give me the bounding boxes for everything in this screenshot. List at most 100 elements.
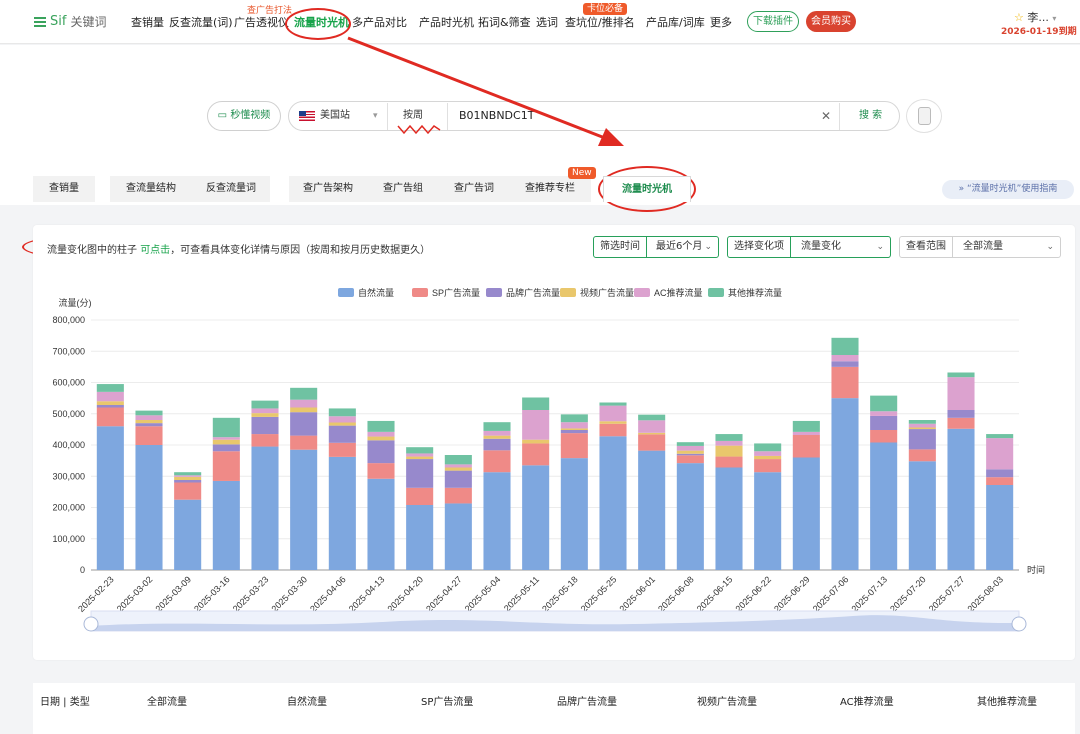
bar-segment (638, 432, 666, 435)
bar-segment (135, 420, 163, 424)
x-tick-label: 2025-06-22 (733, 574, 773, 614)
bar-segment (522, 410, 550, 440)
tab-traffic-structure[interactable]: 查流量结构 (110, 176, 192, 202)
y-tick-label: 200,000 (52, 503, 85, 513)
x-tick-label: 2025-05-25 (579, 574, 619, 614)
bar-segment (212, 451, 240, 481)
bar-segment (367, 478, 395, 570)
bar-segment (638, 434, 666, 451)
bar-segment (212, 444, 240, 452)
table-header-brand-ad: 品牌广告流量 (557, 697, 617, 708)
bar-segment (947, 377, 975, 410)
tab-ad-structure[interactable]: 查广告架构 (289, 176, 367, 202)
table-header-video-ad: 视频广告流量 (697, 697, 757, 708)
bar-segment (406, 447, 434, 454)
bar-segment (444, 503, 472, 570)
bar-segment (676, 453, 704, 456)
x-tick-label: 2025-06-15 (695, 574, 735, 614)
x-tick-label: 2025-03-09 (153, 574, 193, 614)
table-header-total: 全部流量 (147, 697, 187, 708)
bar-segment (870, 442, 898, 570)
bar-segment (483, 472, 511, 570)
bar-segment (599, 423, 627, 437)
hint-text-pre: 流量变化图中的柱子 (47, 245, 137, 256)
bar-segment (96, 426, 124, 570)
bar-segment (135, 426, 163, 445)
bar-segment (908, 449, 936, 462)
bar-segment (947, 410, 975, 418)
bar-segment (483, 422, 511, 431)
bar-segment (135, 415, 163, 420)
bar-segment (638, 414, 666, 421)
usage-guide-link[interactable]: » “流量时光机”使用指南 (942, 180, 1074, 199)
bar-segment (908, 423, 936, 428)
y-tick-label: 400,000 (52, 440, 85, 450)
bar-segment (599, 405, 627, 422)
legend-swatch (708, 288, 724, 297)
legend-swatch (486, 288, 502, 297)
zoom-handle-right (1011, 616, 1027, 632)
bar-segment (676, 450, 704, 454)
bar-segment (290, 407, 318, 413)
tab-sales[interactable]: 查销量 (33, 176, 95, 202)
table-header-ac-recommend: AC推荐流量 (840, 697, 894, 708)
bar-segment (328, 416, 356, 423)
bar-segment (676, 455, 704, 464)
bar-segment (715, 440, 743, 446)
bar-segment (483, 435, 511, 439)
legend-swatch (412, 288, 428, 297)
bar-segment (328, 442, 356, 457)
bar-segment (135, 445, 163, 570)
y-tick-label: 800,000 (52, 315, 85, 325)
tab-ad-groups[interactable]: 查广告组 (367, 176, 439, 202)
bar-segment (831, 355, 859, 362)
bar-segment (715, 434, 743, 441)
table-header-organic: 自然流量 (287, 697, 327, 708)
bar-segment (792, 435, 820, 458)
bar-segment (792, 457, 820, 570)
bar-segment (638, 450, 666, 570)
legend-label: AC推荐流量 (654, 287, 703, 298)
bar-segment (870, 415, 898, 430)
tab-traffic-time-machine[interactable]: 流量时光机 (603, 176, 691, 202)
scope-value: 全部流量 (963, 241, 1003, 252)
bar-segment (328, 456, 356, 570)
bar-segment (406, 505, 434, 570)
time-filter-select[interactable]: 筛选时间 最近6个月 ⌄ (593, 236, 719, 258)
x-axis-title: 时间 (1027, 564, 1045, 575)
bar-segment (367, 431, 395, 437)
bar-segment (367, 463, 395, 479)
legend-label: 其他推荐流量 (728, 287, 782, 298)
tab-recommend-column[interactable]: 查推荐专栏 (509, 176, 591, 202)
bar-segment (986, 469, 1014, 478)
x-tick-label: 2025-07-20 (888, 574, 928, 614)
table-header-other-recommend: 其他推荐流量 (977, 697, 1037, 708)
annotation-squiggle (397, 124, 441, 135)
double-chevron-icon: » (958, 184, 968, 194)
change-item-value: 流量变化 (801, 241, 841, 252)
tab-reverse-traffic-words[interactable]: 反查流量词 (192, 176, 270, 202)
tab-ad-words[interactable]: 查广告词 (439, 176, 509, 202)
bar-segment (599, 421, 627, 424)
x-tick-label: 2025-03-23 (231, 574, 271, 614)
bar-segment (174, 499, 202, 570)
bar-segment (792, 431, 820, 435)
scope-label: 查看范围 (900, 237, 953, 257)
x-tick-label: 2025-02-23 (76, 574, 116, 614)
scope-select[interactable]: 查看范围 全部流量 ⌄ (899, 236, 1061, 258)
bar-segment (522, 465, 550, 570)
x-tick-label: 2025-03-30 (269, 574, 309, 614)
data-table-header (33, 683, 1075, 734)
bar-segment (367, 420, 395, 432)
bar-segment (444, 455, 472, 465)
change-item-select[interactable]: 选择变化项 流量变化 ⌄ (727, 236, 891, 258)
x-tick-label: 2025-06-01 (617, 574, 657, 614)
app-root: Sif 关键词 查销量 反查流量(词) 广告透视仪 流量时光机 多产品对比 产品… (0, 0, 1080, 734)
x-tick-label: 2025-04-27 (424, 574, 464, 614)
bar-segment (174, 482, 202, 500)
bar-segment (831, 337, 859, 355)
bar-segment (522, 443, 550, 466)
bar-segment (676, 463, 704, 570)
hint-clickable-text: 可点击 (140, 245, 171, 256)
bar-segment (676, 445, 704, 451)
